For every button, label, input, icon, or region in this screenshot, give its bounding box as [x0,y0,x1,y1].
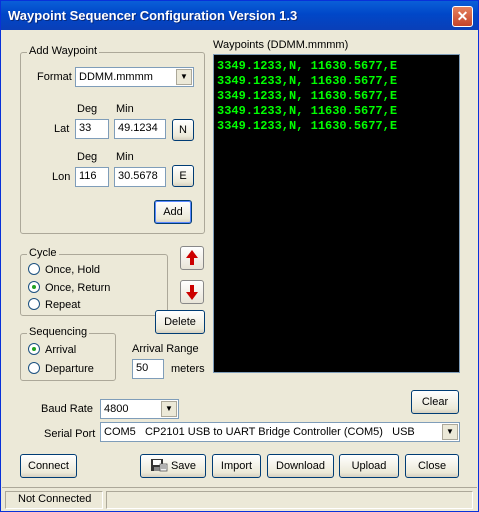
cycle-once-return-radio[interactable]: Once, Return [28,281,110,294]
save-icon [150,459,168,472]
list-item[interactable]: 3349.1233,N, 11630.5677,E [217,119,456,134]
status-bar: Not Connected [2,487,477,511]
download-button[interactable]: Download [267,454,334,478]
baud-rate-label: Baud Rate [41,403,93,415]
window-title: Waypoint Sequencer Configuration Version… [8,8,298,23]
status-text: Not Connected [18,493,92,505]
format-dropdown[interactable]: DDMM.mmmm ▼ [75,67,194,87]
cycle-repeat-radio[interactable]: Repeat [28,298,80,311]
format-label: Format [37,71,72,83]
close-button[interactable]: Close [405,454,459,478]
lat-min-header: Min [116,103,134,115]
sequencing-arrival-radio[interactable]: Arrival [28,343,76,356]
list-item[interactable]: 3349.1233,N, 11630.5677,E [217,74,456,89]
title-bar[interactable]: Waypoint Sequencer Configuration Version… [1,1,478,30]
serial-port-dropdown[interactable]: COM5 CP2101 USB to UART Bridge Controlle… [100,422,460,442]
import-button[interactable]: Import [212,454,261,478]
connect-button[interactable]: Connect [20,454,77,478]
lon-deg-input[interactable]: 116 [75,167,109,187]
upload-button[interactable]: Upload [339,454,399,478]
status-cell-empty [106,491,473,509]
cycle-once-hold-radio[interactable]: Once, Hold [28,263,100,276]
lat-deg-input[interactable]: 33 [75,119,109,139]
cycle-title: Cycle [27,247,59,259]
lat-label: Lat [54,123,70,135]
arrival-range-label: Arrival Range [132,343,199,355]
arrival-range-input[interactable]: 50 [132,359,164,379]
window-close-button[interactable]: ✕ [452,6,473,27]
chevron-down-icon[interactable]: ▼ [161,401,177,417]
add-button[interactable]: Add [154,200,192,224]
waypoints-title: Waypoints (DDMM.mmmm) [213,39,349,51]
lon-min-input[interactable]: 30.5678 [114,167,166,187]
lat-hemisphere-button[interactable]: N [172,119,194,141]
lon-label: Lon [52,171,71,183]
move-up-button[interactable] [180,246,204,270]
lat-deg-header: Deg [77,103,98,115]
list-item[interactable]: 3349.1233,N, 11630.5677,E [217,89,456,104]
chevron-down-icon[interactable]: ▼ [442,424,458,440]
baud-rate-dropdown[interactable]: 4800 ▼ [100,399,179,419]
radio-icon [28,362,40,374]
sequencing-departure-radio[interactable]: Departure [28,362,94,375]
lon-hemisphere-button[interactable]: E [172,165,194,187]
waypoints-list[interactable]: 3349.1233,N, 11630.5677,E 3349.1233,N, 1… [213,54,460,373]
list-item[interactable]: 3349.1233,N, 11630.5677,E [217,59,456,74]
lon-deg-header: Deg [77,151,98,163]
arrow-down-icon [186,285,198,300]
sequencing-title: Sequencing [27,326,90,338]
radio-icon [28,263,40,275]
radio-selected-icon [28,281,40,293]
lon-min-header: Min [116,151,134,163]
status-cell-connection: Not Connected [5,491,103,509]
lat-min-input[interactable]: 49.1234 [114,119,166,139]
arrow-up-icon [186,250,198,265]
radio-icon [28,298,40,310]
move-down-button[interactable] [180,280,204,304]
save-button[interactable]: Save [140,454,206,478]
serial-port-label: Serial Port [44,428,96,440]
list-item[interactable]: 3349.1233,N, 11630.5677,E [217,104,456,119]
delete-button[interactable]: Delete [155,310,205,334]
clear-button[interactable]: Clear [411,390,459,414]
app-window: Waypoint Sequencer Configuration Version… [0,0,479,512]
arrival-range-unit: meters [171,363,205,375]
chevron-down-icon[interactable]: ▼ [176,69,192,85]
radio-selected-icon [28,343,40,355]
add-waypoint-title: Add Waypoint [27,45,100,57]
